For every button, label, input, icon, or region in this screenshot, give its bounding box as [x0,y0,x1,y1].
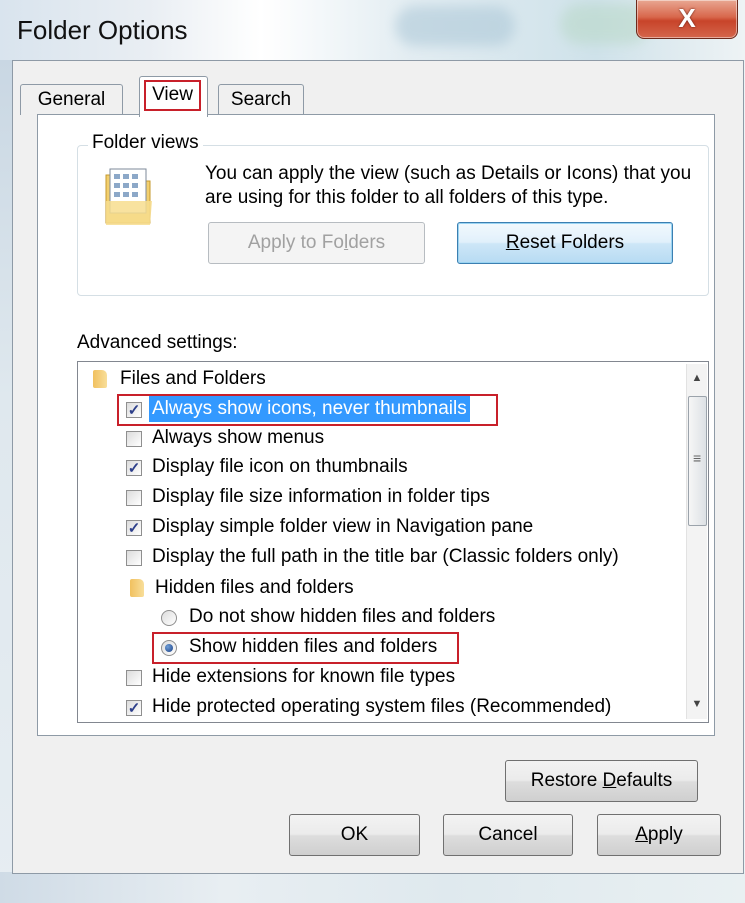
tab-search-label: Search [230,89,292,110]
apply-accel: A [635,824,648,845]
list-item-label: Hide extensions for known file types [152,666,456,687]
folder-icon [93,370,107,388]
tab-view-label: View [152,84,193,105]
scroll-grip-icon: ≡ [693,450,702,466]
list-item-label: Display simple folder view in Navigation… [152,516,534,537]
list-item-label: Hidden files and folders [155,577,354,598]
checkmark-icon: ✓ [127,520,141,537]
restore-defaults-label-b: efaults [616,770,673,791]
list-item-label: Display the full path in the title bar (… [152,546,619,567]
scroll-up-arrow-icon[interactable]: ▲ [687,368,707,388]
radio-do-not-show-hidden[interactable] [161,610,177,626]
list-item-label: Display file icon on thumbnails [152,456,408,477]
reset-folders-label: eset Folders [519,232,625,253]
ok-button[interactable]: OK [289,814,420,856]
list-scrollbar[interactable]: ▲ ≡ ▼ [686,364,707,719]
apply-to-folders-button[interactable]: Apply to Folders [208,222,425,264]
list-item-label: Files and Folders [120,368,266,389]
list-item-label: Always show menus [152,427,325,448]
apply-to-folders-label-a: Apply to Fo [247,232,344,253]
apply-label: pply [647,824,683,845]
restore-defaults-accel: D [602,770,617,791]
checkbox-display-file-icon[interactable]: ✓ [126,460,142,477]
folder-icon [130,579,144,597]
cancel-label: Cancel [478,824,538,845]
checkmark-icon: ✓ [127,700,141,717]
close-icon: X [678,3,696,33]
highlight-box-always-show-icons [117,394,498,426]
titlebar-glow [395,6,515,46]
folder-views-description: You can apply the view (such as Details … [205,163,692,208]
list-item-label: Display file size information in folder … [152,486,490,507]
restore-defaults-label-a: Restore [530,770,603,791]
tab-general[interactable]: General [20,84,123,115]
checkbox-always-show-menus[interactable] [126,431,142,447]
folder-views-label: Folder views [88,132,203,154]
checkbox-hide-protected-files[interactable]: ✓ [126,700,142,717]
reset-folders-accel: R [505,232,520,253]
highlight-box-show-hidden [152,632,459,664]
scroll-thumb[interactable]: ≡ [688,396,707,526]
checkmark-icon: ✓ [127,460,141,477]
checkbox-simple-folder-view[interactable]: ✓ [126,520,142,537]
checkbox-display-file-size[interactable] [126,490,142,506]
scroll-down-arrow-icon[interactable]: ▼ [687,694,707,714]
window-frame-left [0,60,12,903]
close-button[interactable]: X [636,0,738,39]
window-frame-bottom [0,872,745,903]
reset-folders-button[interactable]: Reset Folders [457,222,673,264]
advanced-settings-label: Advanced settings: [77,332,238,353]
tab-view[interactable]: View [139,76,208,117]
restore-defaults-button[interactable]: Restore Defaults [505,760,698,802]
apply-to-folders-label-b: ders [348,232,386,253]
tab-search[interactable]: Search [218,84,304,115]
list-item-label: Do not show hidden files and folders [189,606,496,627]
folder-view-icon [105,168,152,225]
list-item-label: Hide protected operating system files (R… [152,696,612,717]
ok-label: OK [340,824,369,845]
checkbox-full-path[interactable] [126,550,142,566]
tab-general-label: General [37,89,106,110]
checkbox-hide-extensions[interactable] [126,670,142,686]
apply-button[interactable]: Apply [597,814,721,856]
window-title: Folder Options [17,15,188,45]
tab-view-highlight: View [144,80,201,111]
cancel-button[interactable]: Cancel [443,814,573,856]
folder-options-window: Folder Options X General Search View Fol… [0,0,745,903]
